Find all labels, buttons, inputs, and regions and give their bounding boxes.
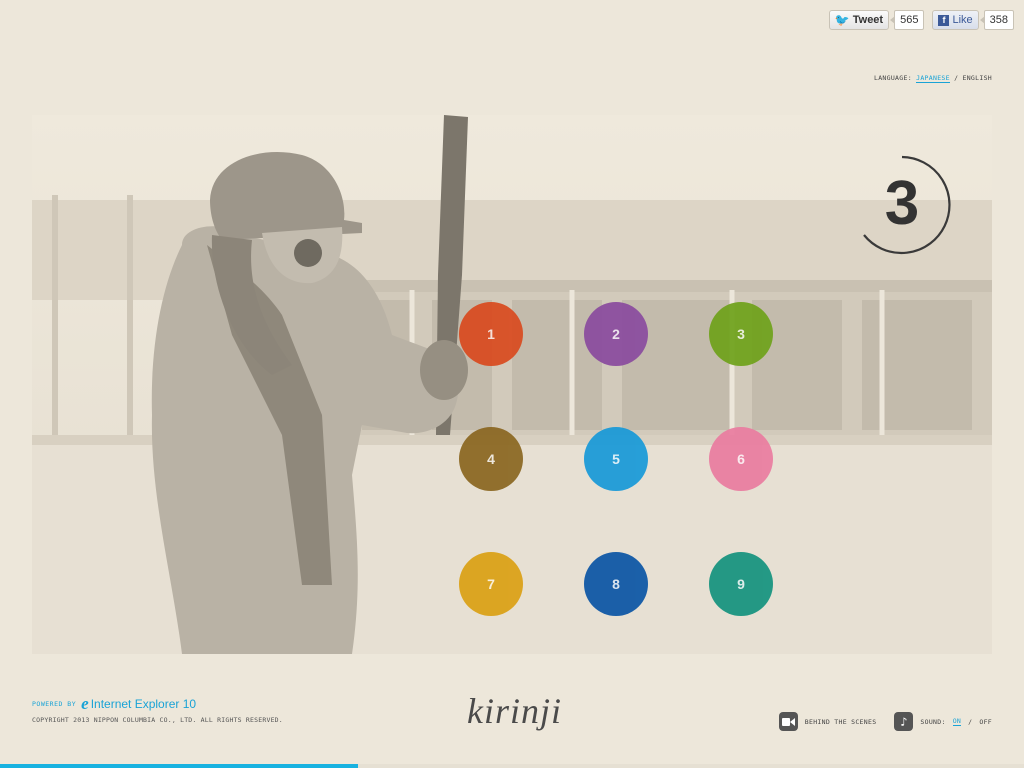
scene-button-3[interactable]: 3 xyxy=(709,302,773,366)
sound-off-button[interactable]: OFF xyxy=(979,718,992,726)
kirinji-logo[interactable]: kirinji xyxy=(467,690,562,732)
ie-label: Internet Explorer 10 xyxy=(90,697,197,711)
scene-button-4[interactable]: 4 xyxy=(459,427,523,491)
behind-the-scenes-link[interactable]: BEHIND THE SCENES xyxy=(778,712,877,731)
scene-button-7[interactable]: 7 xyxy=(459,552,523,616)
tweet-count: 565 xyxy=(890,10,925,30)
like-button[interactable]: f Like xyxy=(932,10,979,30)
sound-toggle: ♪ SOUND: ON / OFF xyxy=(894,712,992,731)
scene-button-5[interactable]: 5 xyxy=(584,427,648,491)
step-counter: 3 xyxy=(854,155,954,255)
sound-separator: / xyxy=(968,717,973,726)
tweet-button[interactable]: 🐦 Tweet xyxy=(828,10,890,30)
behind-the-scenes-label: BEHIND THE SCENES xyxy=(804,717,877,726)
footer-left: POWERED BY e Internet Explorer 10 COPYRI… xyxy=(32,694,283,724)
copyright: COPYRIGHT 2013 NIPPON COLUMBIA CO., LTD.… xyxy=(32,716,283,724)
powered-by-label: POWERED BY xyxy=(32,700,77,708)
like-label: Like xyxy=(952,14,973,26)
language-japanese-link[interactable]: JAPANESE xyxy=(916,74,950,83)
video-camera-icon xyxy=(778,712,798,731)
music-note-icon: ♪ xyxy=(894,712,914,731)
language-english-link[interactable]: ENGLISH xyxy=(963,74,993,82)
scene-button-8[interactable]: 8 xyxy=(584,552,648,616)
ie-logo: e Internet Explorer 10 xyxy=(81,694,197,713)
tweet-label: Tweet xyxy=(852,14,884,26)
footer-right: BEHIND THE SCENES ♪ SOUND: ON / OFF xyxy=(778,712,992,731)
ie-icon: e xyxy=(81,694,89,713)
scene-button-6[interactable]: 6 xyxy=(709,427,773,491)
sound-on-button[interactable]: ON xyxy=(952,717,962,726)
powered-by[interactable]: POWERED BY e Internet Explorer 10 xyxy=(32,694,283,713)
like-count: 358 xyxy=(979,10,1014,30)
facebook-icon: f xyxy=(938,14,950,26)
counter-value: 3 xyxy=(884,169,920,238)
twitter-bird-icon: 🐦 xyxy=(834,13,850,27)
scene-button-2[interactable]: 2 xyxy=(584,302,648,366)
like-widget: f Like 358 xyxy=(932,10,1014,30)
sound-label: SOUND: xyxy=(920,717,946,726)
language-label: LANGUAGE: xyxy=(873,74,912,82)
tweet-widget: 🐦 Tweet 565 xyxy=(828,10,925,30)
scene-button-1[interactable]: 1 xyxy=(459,302,523,366)
scene-button-9[interactable]: 9 xyxy=(709,552,773,616)
language-separator: / xyxy=(954,74,959,82)
progress-bar xyxy=(0,764,1024,768)
social-bar: 🐦 Tweet 565 f Like 358 xyxy=(828,10,1014,30)
progress-fill xyxy=(0,764,359,768)
language-switcher: LANGUAGE: JAPANESE / ENGLISH xyxy=(873,74,993,83)
